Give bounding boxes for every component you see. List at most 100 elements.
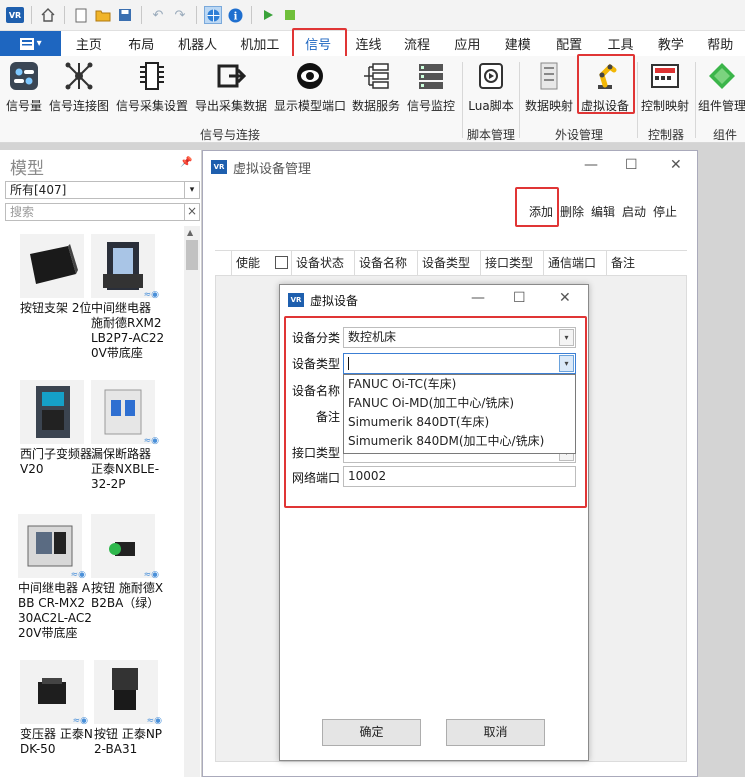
tab-help[interactable]: 帮助 bbox=[696, 31, 745, 56]
group-separator bbox=[695, 62, 696, 138]
column-header-interface[interactable]: 接口类型 bbox=[480, 251, 543, 275]
open-folder-icon[interactable] bbox=[94, 6, 112, 24]
data-mapping-label: 数据映射 bbox=[524, 99, 573, 113]
dialog-titlebar: VR 虚拟设备 bbox=[280, 285, 588, 315]
group-peripheral-management: 外设管理 bbox=[554, 128, 603, 142]
app-logo-icon: VR bbox=[288, 293, 304, 307]
tab-wiring[interactable]: 连线 bbox=[346, 31, 391, 56]
data-service-button[interactable]: 数据服务 bbox=[351, 58, 401, 116]
scroll-up-icon[interactable]: ▲ bbox=[187, 228, 193, 237]
lua-script-button[interactable]: Lua脚本 bbox=[466, 58, 516, 116]
model-name: 中间继电器 施耐德RXM2LB2P7-AC220V带底座 bbox=[91, 301, 165, 360]
select-all-checkbox[interactable] bbox=[275, 256, 288, 269]
home-icon[interactable] bbox=[39, 6, 57, 24]
info-icon[interactable]: i bbox=[226, 6, 244, 24]
list-item[interactable]: 按钮支架 2位 bbox=[20, 234, 94, 316]
data-mapping-button[interactable]: 数据映射 bbox=[522, 58, 576, 116]
tab-teaching[interactable]: 教学 bbox=[646, 31, 695, 56]
column-header-enable[interactable]: 使能 bbox=[231, 251, 291, 275]
edit-button[interactable]: 编辑 bbox=[591, 203, 615, 220]
clear-icon[interactable]: × bbox=[184, 204, 199, 220]
device-type-option[interactable]: Simumerik 840DM(加工中心/铣床) bbox=[344, 432, 575, 451]
menu-bar: ▾ 主页 布局 机器人 机加工 信号 连线 流程 应用 建模 配置 工具 教学 … bbox=[0, 31, 745, 56]
play-icon[interactable] bbox=[259, 6, 277, 24]
minimize-icon[interactable]: — bbox=[584, 157, 598, 173]
window-title: 虚拟设备管理 bbox=[233, 161, 312, 177]
export-capture-data-button[interactable]: 导出采集数据 bbox=[193, 58, 269, 116]
control-mapping-button[interactable]: 控制映射 bbox=[639, 58, 691, 116]
group-separator bbox=[637, 62, 638, 138]
tab-machining[interactable]: 机加工 bbox=[229, 31, 290, 56]
list-item[interactable]: ≈◉ 中间继电器 施耐德RXM2LB2P7-AC220V带底座 bbox=[91, 234, 165, 361]
tab-application[interactable]: 应用 bbox=[443, 31, 492, 56]
maximize-icon[interactable]: ☐ bbox=[625, 157, 638, 173]
app-logo: VR bbox=[6, 7, 24, 23]
maximize-icon[interactable]: ☐ bbox=[513, 290, 526, 306]
tab-layout[interactable]: 布局 bbox=[117, 31, 166, 56]
globe-icon[interactable] bbox=[204, 6, 222, 24]
signal-quantity-icon bbox=[8, 60, 40, 92]
download-icon: ≈◉ bbox=[143, 570, 159, 580]
signal-quantity-button[interactable]: 信号量 bbox=[4, 58, 44, 116]
eye-icon bbox=[294, 60, 326, 92]
list-item[interactable]: ≈◉ 中间继电器 ABB CR-MX230AC2L-AC220V带底座 bbox=[18, 514, 92, 641]
list-item[interactable]: ≈◉ 按钮 正泰NP2-BA31 bbox=[94, 660, 168, 757]
model-thumbnail: ≈◉ bbox=[91, 234, 159, 300]
export-capture-data-label: 导出采集数据 bbox=[194, 99, 267, 113]
model-thumbnail: ≈◉ bbox=[20, 660, 88, 726]
cancel-button[interactable]: 取消 bbox=[446, 719, 545, 746]
server-rack-icon bbox=[415, 60, 447, 92]
download-icon: ≈◉ bbox=[70, 570, 86, 580]
new-file-icon[interactable] bbox=[72, 6, 90, 24]
device-type-option[interactable]: FANUC Oi-MD(加工中心/铣床) bbox=[344, 394, 575, 413]
signal-capture-settings-label: 信号采集设置 bbox=[115, 99, 188, 113]
tab-config[interactable]: 配置 bbox=[543, 31, 594, 56]
signal-connection-graph-button[interactable]: 信号连接图 bbox=[48, 58, 110, 116]
stop-button[interactable]: 停止 bbox=[653, 203, 677, 220]
file-menu-button[interactable]: ▾ bbox=[0, 31, 62, 56]
tab-modeling[interactable]: 建模 bbox=[492, 31, 543, 56]
list-item[interactable]: ≈◉ 漏保断路器 正泰NXBLE-32-2P bbox=[91, 380, 165, 492]
device-type-option[interactable]: FANUC Oi-TC(车床) bbox=[344, 375, 575, 394]
column-header-note[interactable]: 备注 bbox=[606, 251, 687, 275]
pin-icon[interactable]: 📌 bbox=[180, 157, 192, 168]
signal-capture-settings-button[interactable]: 信号采集设置 bbox=[114, 58, 190, 116]
start-button[interactable]: 启动 bbox=[622, 203, 646, 220]
device-type-option[interactable]: Simumerik 840DT(车床) bbox=[344, 413, 575, 432]
column-header-status[interactable]: 设备状态 bbox=[291, 251, 354, 275]
column-header-type[interactable]: 设备类型 bbox=[417, 251, 480, 275]
show-model-port-label: 显示模型端口 bbox=[273, 99, 346, 113]
close-icon[interactable]: ✕ bbox=[670, 157, 682, 173]
column-header-name[interactable]: 设备名称 bbox=[354, 251, 417, 275]
list-item[interactable]: ≈◉ 按钮 施耐德XB2BA（绿） bbox=[91, 514, 165, 611]
tab-tools[interactable]: 工具 bbox=[595, 31, 646, 56]
ok-button[interactable]: 确定 bbox=[322, 719, 421, 746]
tab-home[interactable]: 主页 bbox=[61, 31, 116, 56]
minimize-icon[interactable]: — bbox=[471, 290, 485, 306]
save-icon[interactable] bbox=[116, 6, 134, 24]
show-model-port-button[interactable]: 显示模型端口 bbox=[273, 58, 347, 116]
stop-icon[interactable] bbox=[281, 6, 299, 24]
redo-icon[interactable]: ↷ bbox=[171, 6, 189, 24]
toolbar-separator bbox=[31, 6, 32, 24]
model-thumbnail bbox=[20, 234, 84, 298]
scrollbar-thumb[interactable] bbox=[186, 240, 198, 270]
group-signal-connection: 信号与连接 bbox=[199, 128, 260, 142]
model-filter-select[interactable]: 所有[407] ▾ bbox=[5, 181, 200, 199]
tab-process[interactable]: 流程 bbox=[391, 31, 442, 56]
model-search-input[interactable]: 搜索 × bbox=[5, 203, 200, 221]
toolbar-separator bbox=[141, 6, 142, 24]
component-management-button[interactable]: 组件管理 bbox=[698, 58, 745, 116]
close-icon[interactable]: ✕ bbox=[559, 290, 571, 306]
group-script-management: 脚本管理 bbox=[466, 128, 515, 142]
list-item[interactable]: 西门子变频器V20 bbox=[20, 380, 94, 477]
tab-robot[interactable]: 机器人 bbox=[166, 31, 229, 56]
signal-monitor-button[interactable]: 信号监控 bbox=[405, 58, 457, 116]
undo-icon[interactable]: ↶ bbox=[149, 6, 167, 24]
delete-button[interactable]: 删除 bbox=[560, 203, 584, 220]
model-panel-scrollbar[interactable]: ▲ bbox=[184, 226, 200, 777]
svg-text:i: i bbox=[233, 11, 237, 22]
list-item[interactable]: ≈◉ 变压器 正泰NDK-50 bbox=[20, 660, 94, 757]
column-header-port[interactable]: 通信端口 bbox=[543, 251, 606, 275]
download-icon: ≈◉ bbox=[143, 436, 159, 446]
